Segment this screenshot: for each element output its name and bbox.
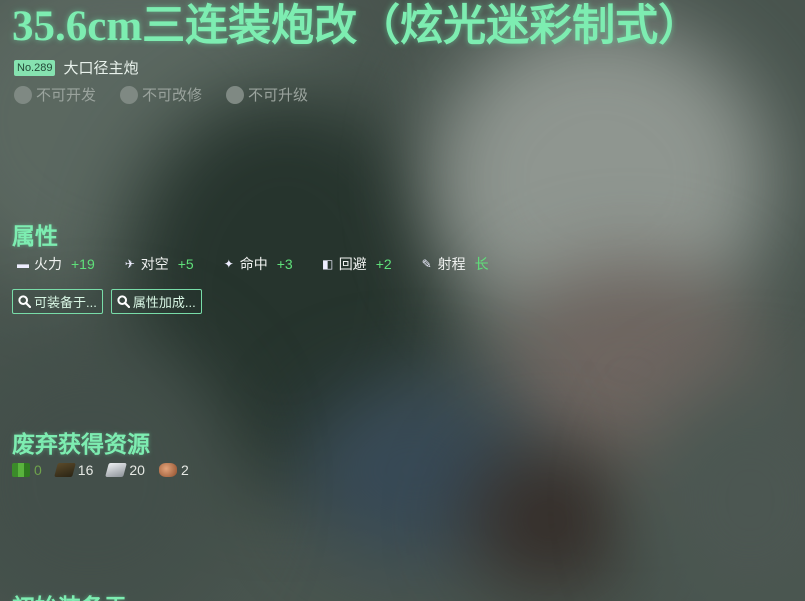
stat-value: +19 [71, 256, 95, 272]
resource-fuel: 0 [12, 462, 42, 478]
resource-value: 0 [34, 462, 42, 478]
equippable-ships-button[interactable]: 可装备于... [12, 289, 103, 314]
stat-evasion: ◧ 回避 +2 [319, 254, 392, 274]
stat-name: 命中 [239, 256, 268, 272]
stat-firepower: ▬ 火力 +19 [14, 254, 95, 274]
equipment-detail: 35.6cm三连装炮改（炫光迷彩制式） No.289 大口径主炮 不可开发 不可… [0, 0, 805, 601]
stat-value: +3 [276, 256, 293, 272]
stat-range: ✎ 射程 长 [418, 254, 489, 274]
flag-develop: 不可开发 [14, 84, 96, 105]
flag-label: 不可升级 [248, 87, 309, 104]
resource-ammo: 16 [53, 462, 94, 478]
search-icon [18, 295, 31, 308]
stats-row: ▬ 火力 +19 ✈ 对空 +5 ✦ 命中 +3 ◧ 回避 +2 ✎ 射程 长 [14, 254, 515, 274]
flag-upgrade: 不可升级 [226, 84, 308, 105]
stat-value: +5 [177, 256, 194, 272]
equipment-number-badge: No.289 [14, 59, 56, 76]
equipment-subtitle: No.289 大口径主炮 [14, 57, 139, 78]
resource-steel: 20 [105, 462, 145, 478]
stat-bonus-button[interactable]: 属性加成... [110, 289, 202, 314]
evasion-icon: ◧ [322, 257, 334, 271]
stat-name: 对空 [140, 256, 169, 272]
flag-label: 不可开发 [36, 87, 97, 104]
resource-value: 2 [180, 462, 189, 478]
action-buttons: 可装备于... 属性加成... [12, 289, 202, 314]
bauxite-icon [158, 463, 177, 477]
status-dot-icon [226, 85, 245, 104]
button-label: 可装备于... [34, 295, 97, 310]
ammo-icon [53, 463, 76, 477]
anti-air-icon: ✈ [124, 257, 135, 271]
stat-anti-air: ✈ 对空 +5 [121, 254, 194, 274]
status-dot-icon [120, 85, 139, 104]
stat-name: 射程 [437, 256, 466, 272]
accuracy-icon: ✦ [223, 257, 234, 271]
flag-improve: 不可改修 [120, 84, 202, 105]
resource-value: 20 [129, 462, 145, 478]
capability-flags: 不可开发 不可改修 不可升级 [14, 84, 308, 105]
firepower-icon: ▬ [17, 257, 29, 271]
search-icon [117, 295, 130, 308]
resource-value: 16 [77, 462, 94, 478]
resource-bauxite: 2 [158, 462, 189, 478]
steel-icon [105, 463, 128, 477]
stat-value: +2 [375, 256, 392, 272]
flag-label: 不可改修 [142, 87, 203, 104]
equipment-type: 大口径主炮 [63, 60, 139, 77]
stat-accuracy: ✦ 命中 +3 [220, 254, 293, 274]
stats-heading: 属性 [12, 224, 58, 249]
stat-value: 长 [474, 256, 489, 272]
equipment-title: 35.6cm三连装炮改（炫光迷彩制式） [12, 3, 702, 50]
scrap-resources-row: 0 16 20 2 [12, 462, 203, 478]
button-label: 属性加成... [132, 295, 196, 310]
stat-name: 回避 [338, 256, 367, 272]
range-icon: ✎ [421, 257, 432, 271]
initial-equip-heading: 初始装备于 [12, 588, 127, 601]
status-dot-icon [14, 85, 32, 104]
fuel-icon [12, 463, 30, 477]
stat-name: 火力 [34, 256, 62, 272]
scrap-resources-heading: 废弃获得资源 [12, 432, 150, 457]
